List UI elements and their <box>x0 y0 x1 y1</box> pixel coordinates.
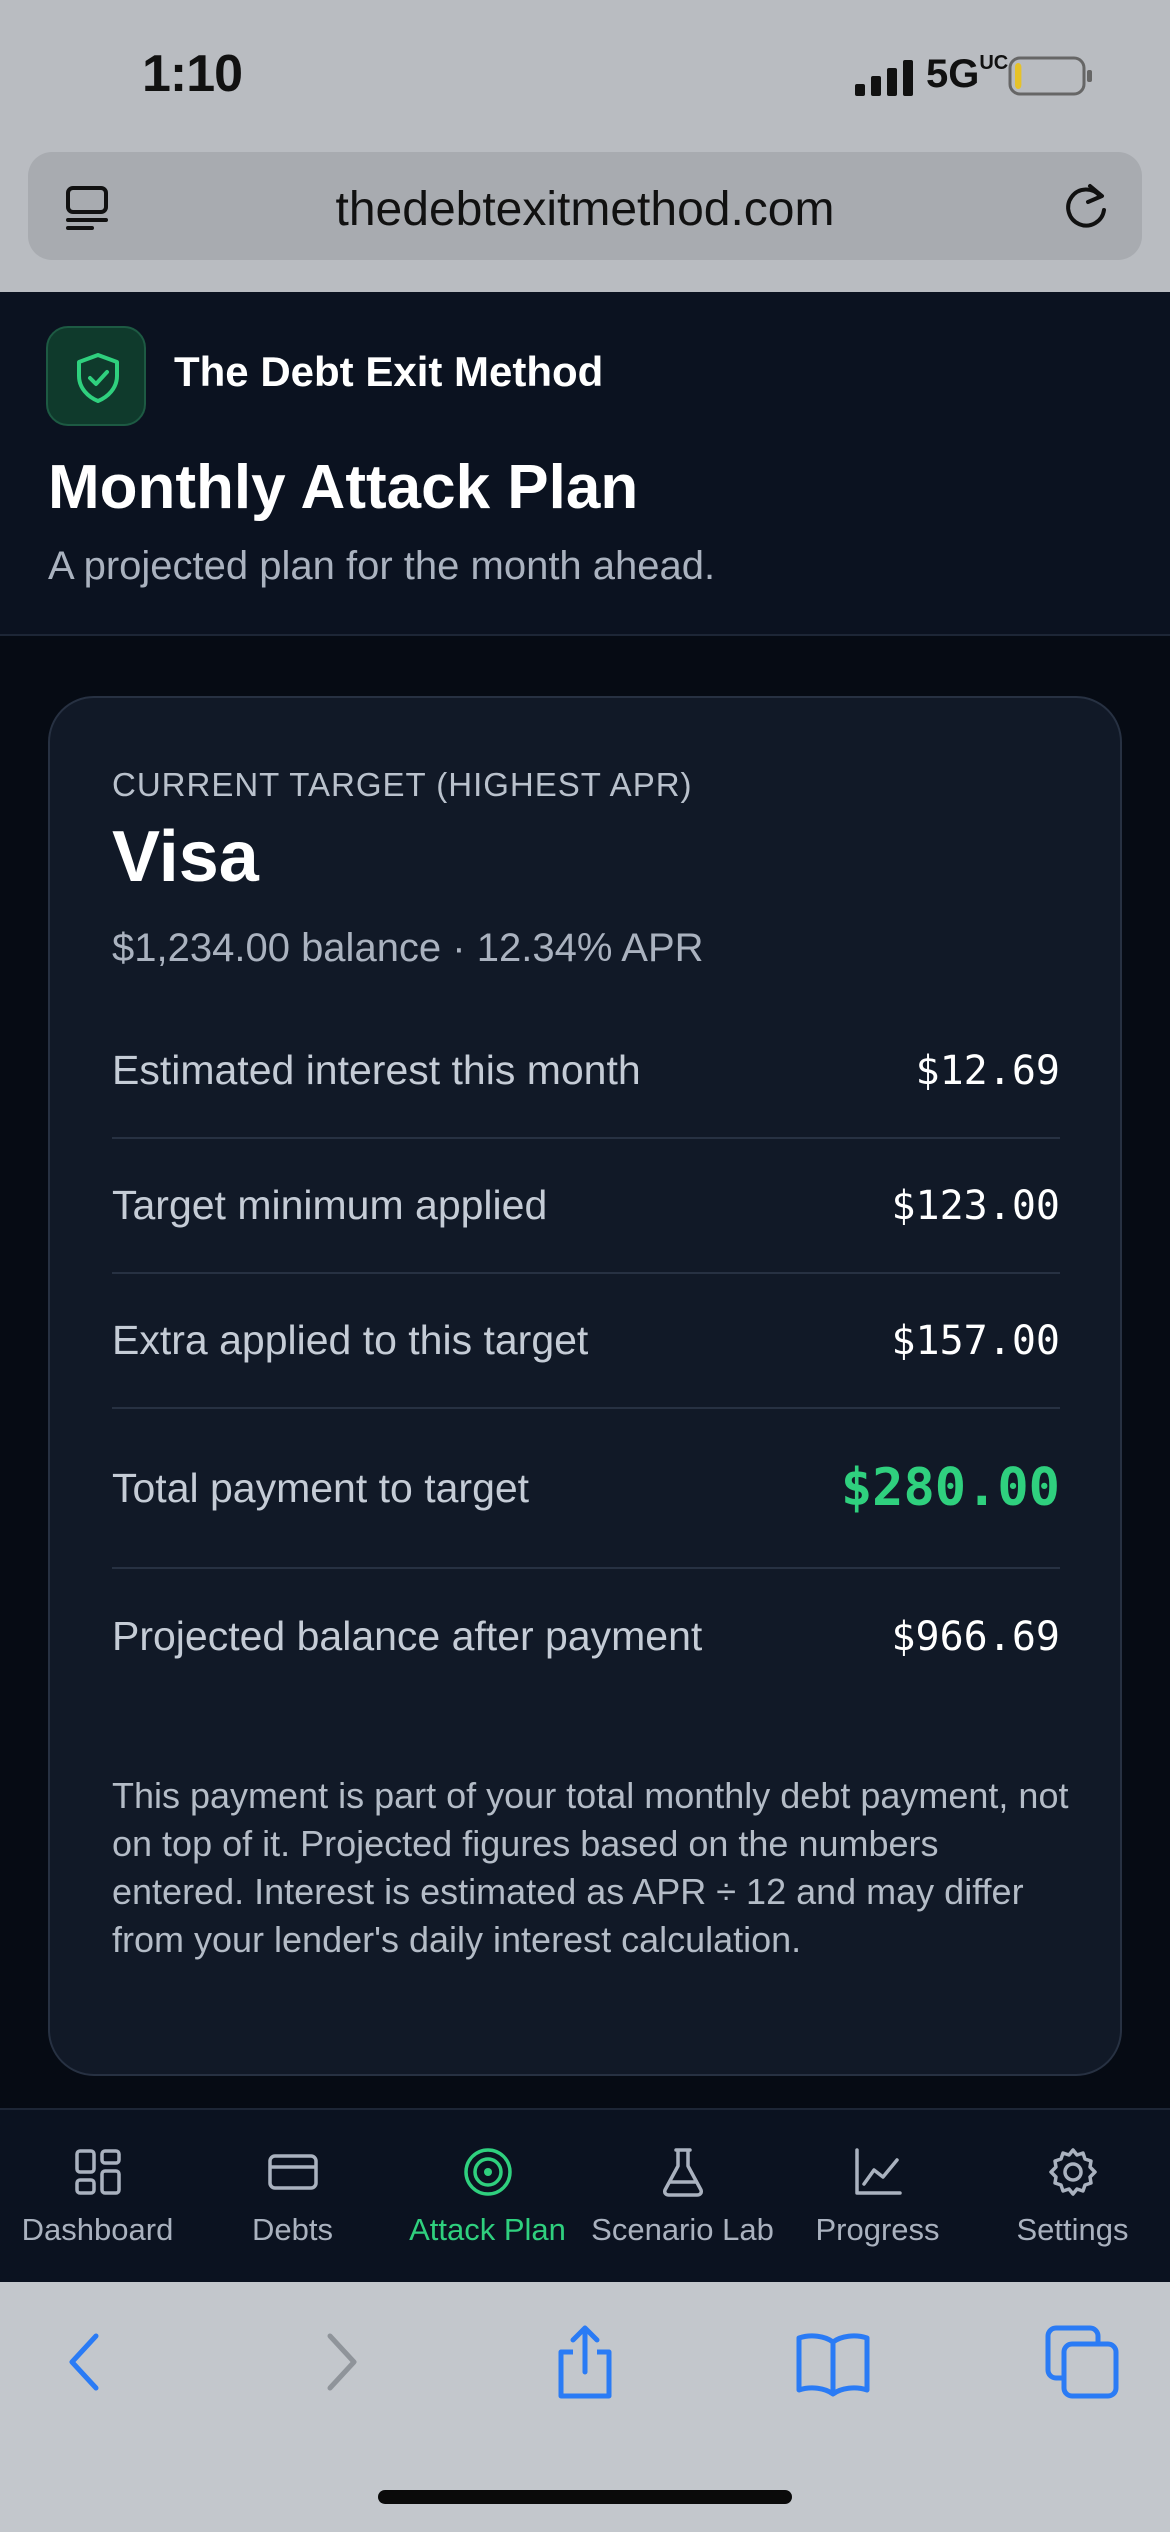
tab-label: Dashboard <box>21 2212 174 2247</box>
flask-icon <box>663 2148 703 2197</box>
tab-label: Scenario Lab <box>591 2212 774 2247</box>
app-header: The Debt Exit Method Monthly Attack Plan… <box>0 292 1170 636</box>
row-value: $123.00 <box>891 1182 1060 1229</box>
bookmarks-icon[interactable] <box>795 2324 871 2400</box>
brand-name: The Debt Exit Method <box>174 348 604 395</box>
row-label: Projected balance after payment <box>112 1613 703 1659</box>
tabs-icon[interactable] <box>1044 2324 1120 2400</box>
disclaimer-text: This payment is part of your total month… <box>112 1775 1069 1960</box>
page-subtitle: A projected plan for the month ahead. <box>48 544 716 588</box>
row-projected-balance: Projected balance after payment $966.69 <box>112 1569 1060 1704</box>
tab-label: Settings <box>1016 2212 1129 2247</box>
target-icon <box>464 2148 512 2196</box>
status-time: 1:10 <box>142 45 243 103</box>
page-title: Monthly Attack Plan <box>48 453 639 522</box>
gear-icon <box>1049 2148 1097 2196</box>
row-estimated-interest: Estimated interest this month $12.69 <box>112 1004 1060 1139</box>
cellular-signal-icon <box>855 60 913 96</box>
row-value: $157.00 <box>891 1317 1060 1364</box>
tab-attack-plan[interactable]: Attack Plan <box>390 2110 585 2284</box>
reload-icon[interactable] <box>1060 180 1112 232</box>
row-label: Target minimum applied <box>112 1182 548 1228</box>
shield-check-icon <box>77 353 119 403</box>
dashboard-icon <box>75 2149 121 2195</box>
row-value: $966.69 <box>891 1613 1060 1660</box>
tab-progress[interactable]: Progress <box>780 2110 975 2284</box>
card-icon <box>268 2154 318 2190</box>
row-label: Estimated interest this month <box>112 1047 641 1093</box>
url-text[interactable]: thedebtexitmethod.com <box>28 182 1142 237</box>
target-meta: $1,234.00 balance · 12.34% APR <box>112 926 704 970</box>
tab-scenario-lab[interactable]: Scenario Lab <box>585 2110 780 2284</box>
tab-label: Debts <box>252 2212 333 2247</box>
row-label: Total payment to target <box>112 1464 530 1511</box>
row-label: Extra applied to this target <box>112 1317 589 1363</box>
forward-icon[interactable] <box>300 2324 376 2400</box>
url-bar[interactable]: thedebtexitmethod.com <box>28 152 1142 260</box>
total-payment-value: $280.00 <box>840 1458 1060 1518</box>
chart-icon <box>855 2148 902 2195</box>
tab-label: Progress <box>815 2212 940 2247</box>
back-icon[interactable] <box>50 2324 126 2400</box>
tab-dashboard[interactable]: Dashboard <box>0 2110 195 2284</box>
target-name: Visa <box>112 817 259 897</box>
network-label: 5GUC <box>926 52 1009 96</box>
brand-logo[interactable] <box>46 326 146 426</box>
tab-settings[interactable]: Settings <box>975 2110 1170 2284</box>
target-label: CURRENT TARGET (HIGHEST APR) <box>112 766 693 803</box>
battery-icon <box>1008 56 1092 96</box>
payment-breakdown: Estimated interest this month $12.69 Tar… <box>112 1004 1060 1704</box>
app-view: The Debt Exit Method Monthly Attack Plan… <box>0 292 1170 2282</box>
tab-debts[interactable]: Debts <box>195 2110 390 2284</box>
status-bar: 1:10 5GUC <box>0 0 1170 145</box>
tab-label: Attack Plan <box>409 2212 566 2247</box>
target-card: CURRENT TARGET (HIGHEST APR) Visa $1,234… <box>48 696 1122 2076</box>
row-value: $12.69 <box>915 1047 1061 1094</box>
bottom-tab-bar: Dashboard Debts Attack Plan Scenario Lab… <box>0 2108 1170 2282</box>
home-indicator <box>378 2490 792 2504</box>
row-extra-applied: Extra applied to this target $157.00 <box>112 1274 1060 1409</box>
row-total-payment: Total payment to target $280.00 <box>112 1409 1060 1569</box>
share-icon[interactable] <box>547 2324 623 2400</box>
row-target-minimum: Target minimum applied $123.00 <box>112 1139 1060 1274</box>
